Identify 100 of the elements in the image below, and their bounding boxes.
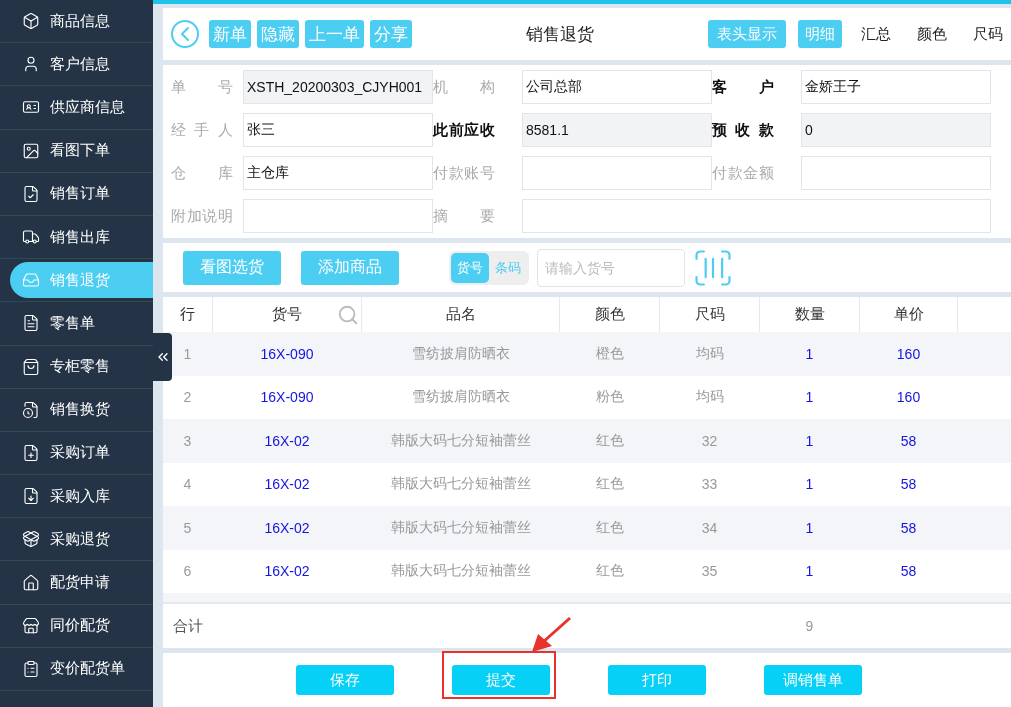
table-cell: 雪纺披肩防晒衣: [411, 344, 510, 363]
sidebar-item[interactable]: 商品信息: [10, 3, 153, 40]
menu-icon: [22, 228, 40, 247]
table-cell: 3: [183, 432, 192, 449]
pointer-arrow: [530, 616, 572, 654]
table-cell: 160: [896, 345, 921, 362]
view-tab[interactable]: 汇总: [854, 20, 898, 48]
sidebar-item[interactable]: 销售出库: [10, 219, 153, 256]
back-icon[interactable]: [171, 20, 199, 48]
field-label: 仓 库: [171, 163, 233, 183]
input-field[interactable]: [522, 156, 712, 190]
table-cell: 2: [183, 389, 192, 406]
table-cell: 16X-02: [264, 563, 310, 580]
table-cell: 1: [805, 519, 814, 536]
search-field[interactable]: 请输入货号: [537, 248, 685, 287]
sidebar-item[interactable]: 专柜零售: [10, 348, 153, 385]
table-cell: 32: [701, 432, 718, 449]
column-header: 单价: [893, 305, 924, 324]
table-cell: 橙色: [595, 344, 624, 363]
sidebar-item[interactable]: 零售单: [10, 305, 153, 342]
sidebar-item[interactable]: 采购退货: [10, 521, 153, 558]
input-field[interactable]: XSTH_20200303_CJYH001: [243, 70, 433, 104]
table-cell: 160: [896, 389, 921, 406]
table-cell: 红色: [595, 518, 624, 537]
table-cell: 5: [183, 519, 192, 536]
menu-icon: [22, 659, 40, 678]
table-cell: 34: [701, 519, 718, 536]
table-cell: 韩版大码七分短袖蕾丝: [390, 431, 531, 450]
search-icon[interactable]: [337, 303, 359, 326]
input-field[interactable]: [522, 199, 991, 233]
input-field[interactable]: 0: [801, 113, 991, 147]
menu-icon: [22, 12, 40, 31]
input-field[interactable]: 张三: [243, 113, 433, 147]
table-cell: 韩版大码七分短袖蕾丝: [390, 475, 531, 494]
menu-icon: [22, 141, 40, 160]
table-cell: 1: [805, 345, 814, 362]
sidebar-item[interactable]: 销售换货: [10, 391, 153, 428]
table-cell: 1: [183, 345, 192, 362]
table-cell: 1: [805, 389, 814, 406]
sidebar-item[interactable]: 配货申请: [10, 564, 153, 601]
table-cell: 58: [900, 432, 917, 449]
menu-icon: [22, 357, 40, 376]
menu-icon: [22, 530, 40, 549]
input-field[interactable]: 金娇王子: [801, 70, 991, 104]
total-label: 合计: [173, 616, 203, 636]
field-label: 附加说明: [171, 206, 233, 226]
column-header: 颜色: [594, 305, 625, 324]
table-cell: 58: [900, 519, 917, 536]
view-tab[interactable]: 尺码: [966, 20, 1010, 48]
table-cell: 红色: [595, 562, 624, 581]
column-header: 品名: [445, 305, 476, 324]
menu-icon: [22, 400, 40, 419]
column-header: 尺码: [694, 305, 725, 324]
table-cell: 16X-02: [264, 476, 310, 493]
table-cell: 韩版大码七分短袖蕾丝: [390, 518, 531, 537]
menu-icon: [22, 443, 40, 462]
column-header: 数量: [794, 305, 825, 324]
input-field[interactable]: 8581.1: [522, 113, 712, 147]
collapse-handle[interactable]: [153, 333, 172, 381]
input-field[interactable]: [801, 156, 991, 190]
menu-icon: [22, 55, 40, 74]
sidebar-item[interactable]: 供应商信息: [10, 89, 153, 126]
sidebar-item[interactable]: 变价配货单: [10, 650, 153, 687]
sidebar-item[interactable]: 采购入库: [10, 478, 153, 515]
view-tab[interactable]: 颜色: [910, 20, 954, 48]
input-field[interactable]: 主仓库: [243, 156, 433, 190]
table-cell: 粉色: [595, 388, 624, 407]
column-header: 行: [180, 305, 195, 324]
sidebar-item[interactable]: 看图下单: [10, 132, 153, 169]
table-cell: 35: [701, 563, 718, 580]
sidebar-item[interactable]: 采购订单: [10, 434, 153, 471]
table-cell: 1: [805, 563, 814, 580]
table-cell: 红色: [595, 475, 624, 494]
table-cell: 红色: [595, 431, 624, 450]
table-cell: 58: [900, 476, 917, 493]
column-header: 货号: [272, 305, 302, 324]
sidebar-item[interactable]: 销售订单: [10, 175, 153, 212]
menu-icon: [22, 184, 40, 203]
menu-icon: [22, 616, 40, 635]
table-cell: 雪纺披肩防晒衣: [411, 388, 510, 407]
table-cell: 1: [805, 432, 814, 449]
field-label: 付款金额: [712, 163, 774, 183]
field-label: 此前应收: [433, 120, 495, 140]
table-cell: 均码: [695, 388, 724, 407]
field-label: 单 号: [171, 77, 233, 97]
table-cell: 16X-090: [260, 345, 314, 362]
table-cell: 韩版大码七分短袖蕾丝: [390, 562, 531, 581]
menu-icon: [22, 271, 40, 290]
sidebar-item[interactable]: 同价配货: [10, 607, 153, 644]
sidebar-item[interactable]: 客户信息: [10, 46, 153, 83]
input-field[interactable]: [243, 199, 433, 233]
field-label: 预 收 款: [712, 120, 774, 140]
table-cell: 33: [701, 476, 718, 493]
field-label: 客 户: [712, 77, 774, 97]
menu-icon: [22, 314, 40, 333]
field-label: 经 手 人: [171, 120, 233, 140]
menu-icon: [22, 487, 40, 506]
field-label: 机 构: [433, 77, 495, 97]
input-field[interactable]: 公司总部: [522, 70, 712, 104]
table-cell: 均码: [695, 344, 724, 363]
